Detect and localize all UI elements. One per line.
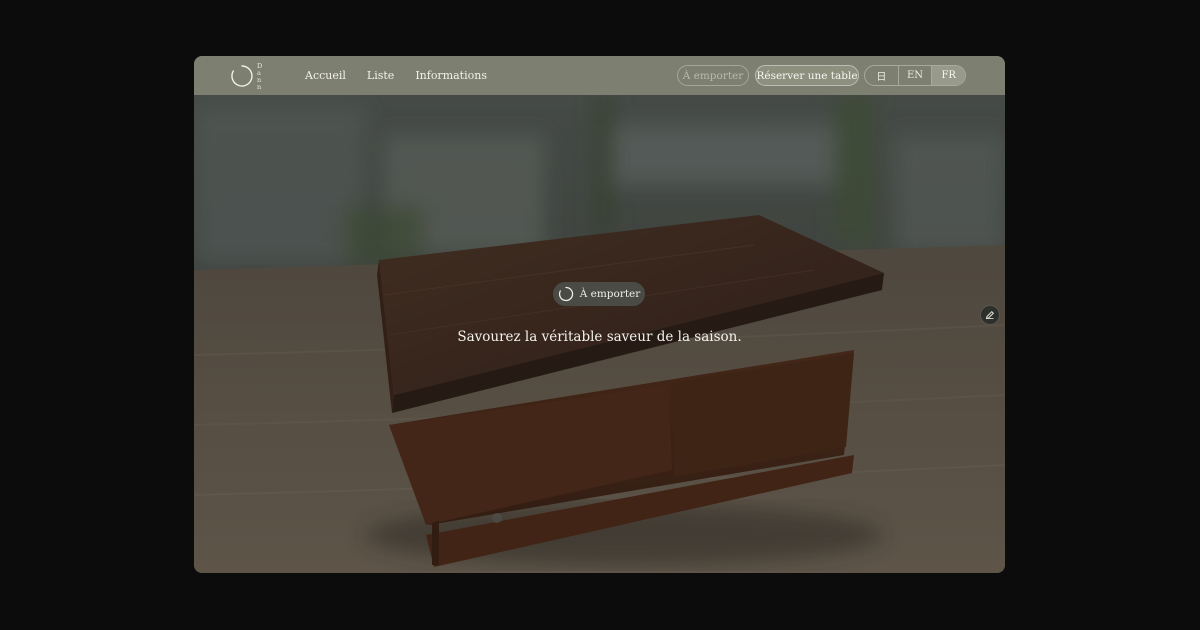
lang-option-fr[interactable]: FR [931, 66, 965, 85]
brand-letter: n [257, 83, 262, 91]
hero-tagline: Savourez la véritable saveur de la saiso… [457, 329, 742, 345]
pencil-icon [985, 310, 995, 320]
main-nav: Accueil Liste Informations [305, 56, 508, 95]
takeout-badge[interactable]: À emporter [553, 282, 645, 306]
brand-wordmark: D a n n [257, 63, 262, 91]
reserve-table-button[interactable]: Réserver une table [755, 65, 859, 86]
edit-button[interactable] [980, 305, 1000, 325]
language-switcher: 日 EN FR [864, 65, 966, 86]
circle-mark-icon [231, 65, 253, 87]
takeout-button[interactable]: À emporter [677, 65, 749, 86]
nav-item-list[interactable]: Liste [367, 69, 394, 82]
browser-frame: D a n n Accueil Liste Informations À emp… [194, 56, 1005, 573]
lang-option-ja[interactable]: 日 [865, 66, 898, 85]
nav-item-information[interactable]: Informations [415, 69, 487, 82]
brand-logo[interactable]: D a n n [230, 62, 270, 91]
loading-ring-icon [558, 286, 573, 302]
lang-option-en[interactable]: EN [897, 66, 932, 85]
nav-item-home[interactable]: Accueil [305, 69, 346, 82]
hero-section: À emporter Savourez la véritable saveur … [194, 95, 1005, 573]
takeout-badge-label: À emporter [579, 288, 641, 300]
site-header: D a n n Accueil Liste Informations À emp… [194, 56, 1005, 95]
